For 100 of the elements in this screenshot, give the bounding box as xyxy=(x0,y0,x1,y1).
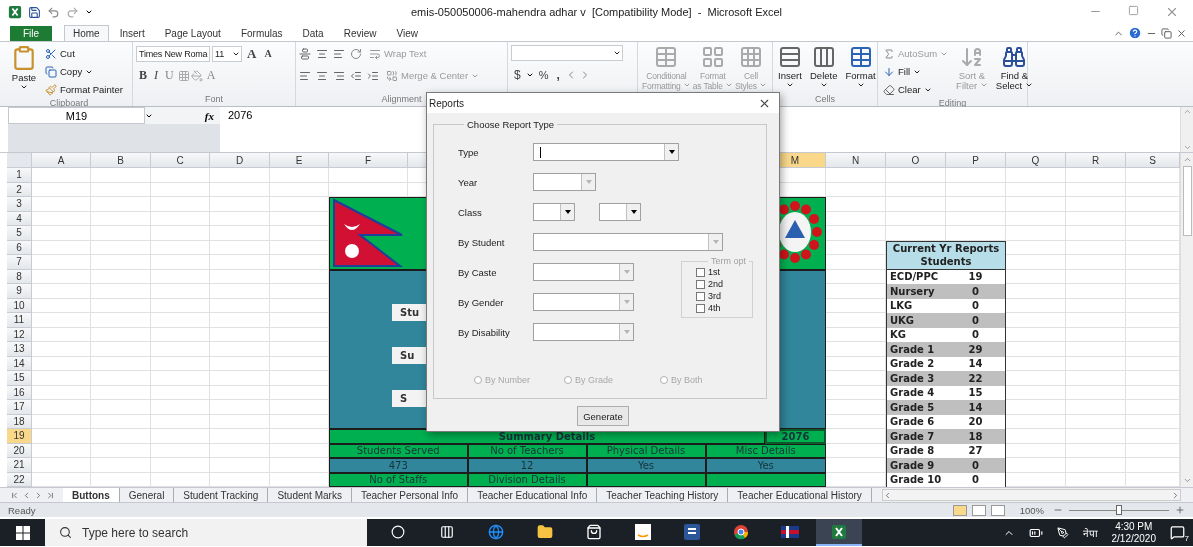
ribbon-tab[interactable]: View xyxy=(387,25,427,41)
align-center-icon[interactable] xyxy=(316,69,328,82)
clear-button[interactable]: Clear xyxy=(881,81,951,98)
font-size-field[interactable]: 11 xyxy=(212,45,242,62)
empty-cell[interactable] xyxy=(1066,168,1126,183)
empty-cell[interactable] xyxy=(151,197,210,212)
empty-cell[interactable] xyxy=(946,211,1006,226)
save-icon[interactable] xyxy=(28,5,41,19)
column-header[interactable]: P xyxy=(946,153,1006,168)
empty-cell[interactable] xyxy=(1006,226,1066,241)
cells-button[interactable]: Delete xyxy=(808,45,840,94)
empty-cell[interactable] xyxy=(886,168,946,183)
empty-cell[interactable] xyxy=(210,429,270,444)
empty-cell[interactable] xyxy=(270,182,329,197)
table-cell[interactable]: 2076 xyxy=(765,429,826,444)
empty-cell[interactable] xyxy=(210,313,270,328)
empty-cell[interactable] xyxy=(210,385,270,400)
empty-cell[interactable] xyxy=(151,269,210,284)
column-header[interactable]: D xyxy=(210,153,270,168)
empty-cell[interactable] xyxy=(886,226,946,241)
dropdown-arrow-button[interactable] xyxy=(560,204,574,220)
empty-cell[interactable] xyxy=(826,182,886,197)
dropdown-field[interactable] xyxy=(599,203,641,221)
column-header[interactable]: F xyxy=(329,153,408,168)
empty-cell[interactable] xyxy=(91,182,151,197)
empty-cell[interactable] xyxy=(1006,168,1066,183)
generate-button[interactable]: Generate xyxy=(577,406,629,426)
empty-cell[interactable] xyxy=(1066,284,1126,299)
underline-button[interactable]: U xyxy=(162,67,177,84)
empty-cell[interactable] xyxy=(946,182,1006,197)
font-name-field[interactable]: Times New Roma xyxy=(136,45,210,62)
empty-cell[interactable] xyxy=(1066,182,1126,197)
align-left-icon[interactable] xyxy=(333,47,345,60)
empty-cell[interactable] xyxy=(151,211,210,226)
fill-color-icon[interactable] xyxy=(190,69,203,82)
align-left-icon[interactable] xyxy=(299,69,311,82)
empty-cell[interactable] xyxy=(946,168,1006,183)
empty-cell[interactable] xyxy=(1066,255,1126,270)
name-box[interactable]: M19 xyxy=(8,107,145,124)
empty-cell[interactable] xyxy=(151,226,210,241)
grow-font-button[interactable]: A xyxy=(244,45,260,62)
next-sheet-icon[interactable] xyxy=(34,490,43,500)
column-header[interactable]: B xyxy=(91,153,151,168)
empty-cell[interactable] xyxy=(1066,298,1126,313)
scrollbar-thumb[interactable] xyxy=(1182,166,1192,236)
cut-button[interactable]: Cut xyxy=(43,45,125,62)
borders-icon[interactable] xyxy=(177,69,190,82)
empty-cell[interactable] xyxy=(151,400,210,415)
currency-button[interactable]: $ xyxy=(511,66,524,83)
empty-cell[interactable] xyxy=(91,298,151,313)
empty-cell[interactable] xyxy=(886,197,946,212)
empty-cell[interactable] xyxy=(946,226,1006,241)
empty-cell[interactable] xyxy=(886,211,946,226)
empty-cell[interactable] xyxy=(210,400,270,415)
row-header[interactable]: 15 xyxy=(7,371,32,386)
empty-cell[interactable] xyxy=(151,371,210,386)
scroll-up-icon[interactable] xyxy=(1182,107,1192,116)
empty-cell[interactable] xyxy=(1066,371,1126,386)
sheet-button[interactable]: Stu xyxy=(392,303,426,321)
empty-cell[interactable] xyxy=(210,182,270,197)
excel-icon[interactable] xyxy=(8,5,22,19)
empty-cell[interactable] xyxy=(91,429,151,444)
empty-cell[interactable] xyxy=(91,269,151,284)
decrease-indent-icon[interactable] xyxy=(350,69,362,82)
cells-button[interactable]: Format xyxy=(843,45,878,94)
empty-cell[interactable] xyxy=(210,211,270,226)
empty-cell[interactable] xyxy=(210,414,270,429)
cells-button[interactable]: Insert xyxy=(776,45,804,94)
empty-cell[interactable] xyxy=(91,400,151,415)
empty-cell[interactable] xyxy=(1066,429,1126,444)
empty-cell[interactable] xyxy=(91,226,151,241)
row-header[interactable]: 1 xyxy=(7,168,32,183)
empty-cell[interactable] xyxy=(91,255,151,270)
empty-cell[interactable] xyxy=(151,458,210,473)
zoom-slider-thumb[interactable] xyxy=(1116,504,1122,515)
dropdown-field[interactable] xyxy=(533,263,634,281)
search-field[interactable]: Type here to search xyxy=(45,519,367,546)
last-sheet-icon[interactable] xyxy=(46,490,55,500)
empty-cell[interactable] xyxy=(1066,211,1126,226)
empty-cell[interactable] xyxy=(210,443,270,458)
column-header[interactable]: S xyxy=(1126,153,1180,168)
comma-button[interactable]: , xyxy=(553,66,563,83)
empty-cell[interactable] xyxy=(1066,356,1126,371)
column-header[interactable]: E xyxy=(270,153,329,168)
empty-cell[interactable] xyxy=(1066,226,1126,241)
scroll-down-icon[interactable] xyxy=(1182,476,1192,485)
column-header[interactable]: A xyxy=(32,153,91,168)
empty-cell[interactable] xyxy=(1006,182,1066,197)
italic-button[interactable]: I xyxy=(151,67,161,84)
restore-icon[interactable] xyxy=(1128,5,1139,16)
empty-cell[interactable] xyxy=(1066,342,1126,357)
ribbon-tab[interactable]: Review xyxy=(334,25,386,41)
empty-cell[interactable] xyxy=(270,168,329,183)
empty-cell[interactable] xyxy=(210,327,270,342)
empty-cell[interactable] xyxy=(1066,385,1126,400)
row-header[interactable]: 19 xyxy=(7,429,32,444)
empty-cell[interactable] xyxy=(210,226,270,241)
empty-cell[interactable] xyxy=(210,269,270,284)
empty-cell[interactable] xyxy=(91,356,151,371)
row-header[interactable]: 13 xyxy=(7,342,32,357)
